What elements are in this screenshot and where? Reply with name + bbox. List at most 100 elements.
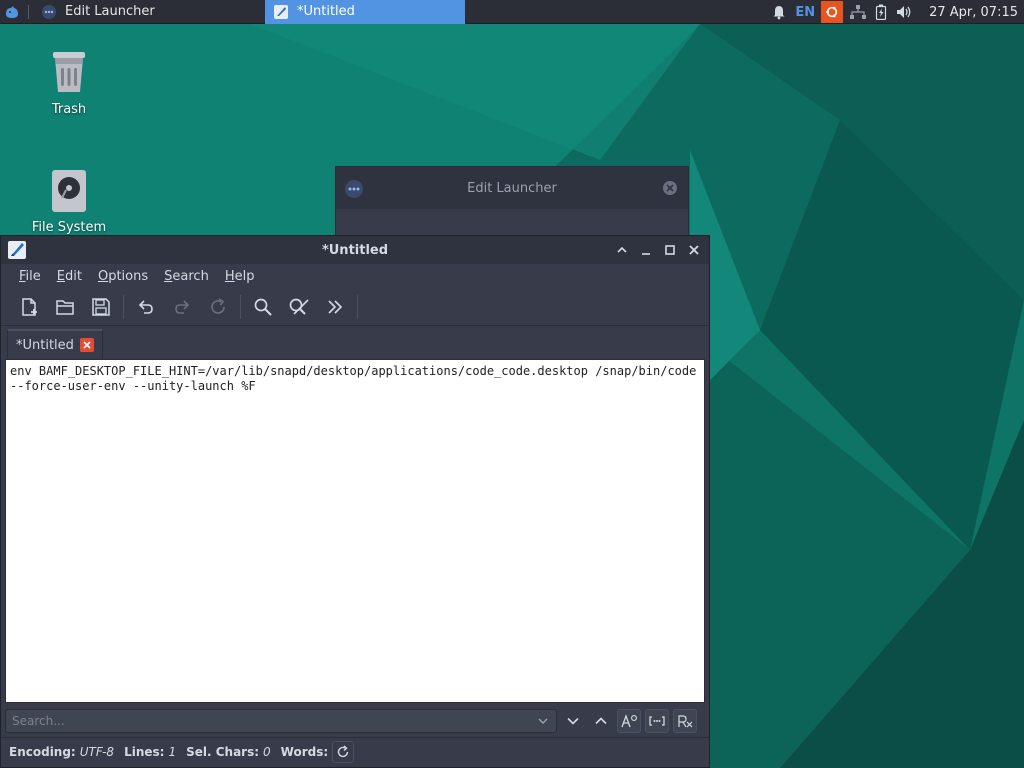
more-tools-button[interactable] [317, 291, 353, 323]
desktop-icon-file-system[interactable]: File System [24, 168, 114, 235]
find-button[interactable] [245, 291, 281, 323]
edit-launcher-icon [42, 4, 56, 19]
encoding-label: Encoding: [9, 744, 76, 759]
find-replace-icon [289, 298, 309, 315]
search-input[interactable] [12, 714, 512, 728]
status-bar: Encoding: UTF-8 Lines: 1 Sel. Chars: 0 W… [1, 737, 709, 765]
menu-label-rest: ile [25, 268, 41, 284]
desktop-icon-trash[interactable]: Trash [24, 48, 114, 117]
tab-close-button[interactable] [79, 338, 94, 352]
xfce-mouse-icon [6, 5, 18, 18]
more-arrows-icon [328, 299, 343, 314]
regex-toggle[interactable] [673, 709, 697, 733]
edit-launcher-title-text: Edit Launcher [467, 180, 557, 196]
search-previous-button[interactable] [589, 709, 613, 733]
maximize-button[interactable] [661, 241, 679, 259]
menu-edit[interactable]: Edit [49, 269, 90, 284]
tab-untitled[interactable]: *Untitled [7, 329, 103, 359]
menu-help[interactable]: Help [217, 269, 263, 284]
tab-label: *Untitled [16, 337, 74, 353]
find-replace-button[interactable] [281, 291, 317, 323]
software-updater-button[interactable] [821, 1, 844, 23]
system-tray: EN 27 Apr, 07:15 [767, 0, 1024, 24]
applications-menu-button[interactable] [0, 0, 24, 24]
match-case-toggle[interactable] [617, 709, 641, 733]
encoding-value[interactable]: UTF-8 [80, 745, 114, 759]
chevron-up-icon [595, 717, 607, 725]
open-folder-icon [56, 299, 74, 315]
search-next-button[interactable] [561, 709, 585, 733]
menu-search[interactable]: Search [156, 269, 217, 284]
desktop-icon-label: Trash [51, 102, 87, 117]
redo-button[interactable] [164, 291, 200, 323]
mousepad-icon [274, 4, 288, 19]
close-button[interactable] [685, 241, 703, 259]
lines-value: 1 [168, 744, 177, 759]
editor-line: --force-user-env --unity-launch %F [10, 379, 256, 393]
new-document-button[interactable] [11, 291, 47, 323]
revert-icon [211, 297, 225, 314]
refresh-word-count-button[interactable] [332, 740, 355, 763]
edit-launcher-icon [345, 180, 363, 198]
panel-separator [28, 4, 29, 19]
window-titlebar[interactable]: *Untitled [1, 236, 709, 264]
top-panel: Edit Launcher *Untitled EN 27 Apr, 07:15 [0, 0, 1024, 24]
menu-file[interactable]: File [11, 269, 49, 284]
taskbar-item-untitled[interactable]: *Untitled [265, 0, 465, 24]
close-icon [83, 341, 91, 349]
collapse-button[interactable] [613, 241, 631, 259]
chevron-down-icon[interactable] [536, 714, 550, 728]
notifications-button[interactable] [767, 0, 791, 24]
battery-button[interactable] [871, 0, 891, 24]
toolbar [1, 288, 709, 326]
undo-button[interactable] [128, 291, 164, 323]
menu-label-rest: ptions [108, 268, 149, 284]
lines-label: Lines: [124, 744, 165, 759]
whole-word-toggle[interactable] [645, 709, 669, 733]
selected-chars-value: 0 [263, 744, 271, 759]
close-icon[interactable] [662, 180, 678, 196]
redo-icon [175, 299, 190, 314]
search-bar [1, 705, 709, 737]
mousepad-icon [8, 241, 26, 259]
minimize-icon [642, 253, 650, 255]
window-title: *Untitled [321, 242, 389, 258]
menu-accel: O [97, 268, 109, 284]
taskbar-item-label: Edit Launcher [65, 4, 155, 19]
menu-options[interactable]: Options [90, 269, 156, 284]
chevron-down-icon [567, 717, 579, 725]
save-button[interactable] [83, 291, 119, 323]
editor-line: env BAMF_DESKTOP_FILE_HINT=/var/lib/snap… [10, 364, 697, 378]
tab-bar: *Untitled [1, 326, 709, 359]
text-editor-area[interactable]: env BAMF_DESKTOP_FILE_HINT=/var/lib/snap… [5, 359, 705, 703]
menu-accel: E [56, 268, 65, 284]
menu-accel: H [224, 268, 235, 284]
minimize-button[interactable] [637, 241, 655, 259]
speaker-icon [897, 6, 911, 18]
menu-label-rest: dit [65, 268, 82, 284]
network-button[interactable] [845, 0, 871, 24]
desktop-icon-label: File System [31, 220, 107, 235]
menu-bar: File Edit Options Search Help [1, 264, 709, 288]
undo-icon [138, 299, 153, 314]
volume-button[interactable] [891, 0, 917, 24]
taskbar-item-edit-launcher[interactable]: Edit Launcher [33, 0, 233, 24]
bell-icon [773, 6, 785, 20]
revert-button[interactable] [200, 291, 236, 323]
menu-label-rest: earch [172, 268, 209, 284]
edit-launcher-titlebar[interactable]: Edit Launcher [336, 167, 688, 209]
keyboard-layout-indicator[interactable]: EN [791, 0, 819, 24]
taskbar-item-label: *Untitled [297, 4, 355, 19]
search-field[interactable] [5, 709, 557, 733]
network-icon [850, 5, 867, 19]
toolbar-separator [240, 294, 241, 319]
ubuntu-software-updater-icon [826, 6, 838, 18]
panel-clock[interactable]: 27 Apr, 07:15 [917, 5, 1024, 20]
whole-word-icon [649, 716, 665, 726]
refresh-icon [338, 744, 349, 757]
close-icon [689, 245, 699, 255]
open-button[interactable] [47, 291, 83, 323]
selected-chars-label: Sel. Chars: [186, 744, 260, 759]
toolbar-separator [123, 294, 124, 319]
words-label: Words: [280, 744, 329, 759]
